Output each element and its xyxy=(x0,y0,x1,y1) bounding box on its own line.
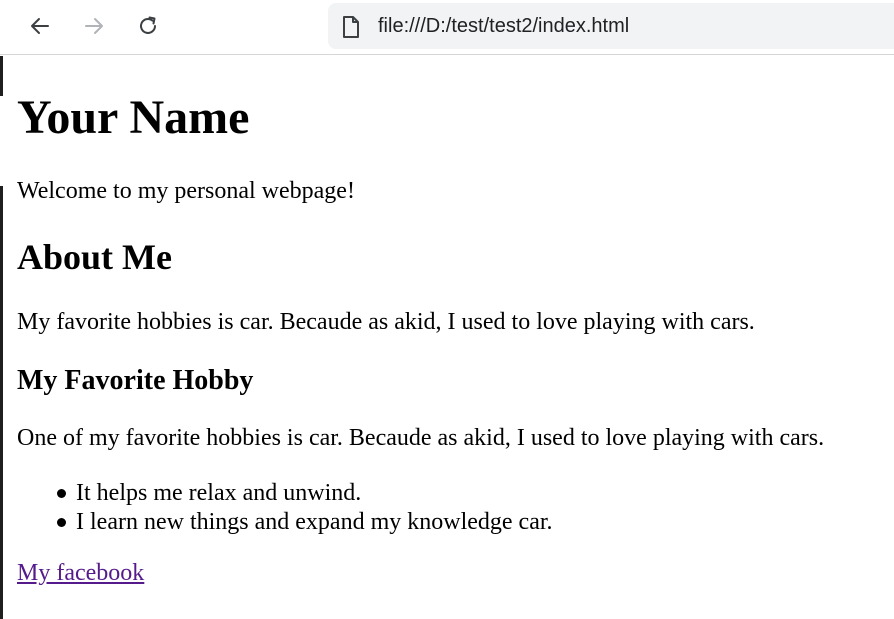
facebook-link[interactable]: My facebook xyxy=(17,561,144,585)
url-text[interactable]: file:///D:/test/test2/index.html xyxy=(378,15,629,38)
back-button[interactable] xyxy=(25,11,55,41)
welcome-text: Welcome to my personal webpage! xyxy=(17,178,355,204)
bullet-icon xyxy=(57,489,66,498)
reload-icon xyxy=(140,16,156,34)
forward-button[interactable] xyxy=(79,11,109,41)
address-bar[interactable]: file:///D:/test/test2/index.html xyxy=(328,3,894,49)
hobby-heading: My Favorite Hobby xyxy=(17,365,254,396)
list-item-text: I learn new things and expand my knowled… xyxy=(76,509,553,535)
hobby-list: It helps me relax and unwind. I learn ne… xyxy=(17,481,553,539)
arrow-right-icon xyxy=(85,18,103,34)
hobby-text: One of my favorite hobbies is car. Becau… xyxy=(17,425,825,451)
list-item: It helps me relax and unwind. xyxy=(17,481,553,510)
file-icon[interactable] xyxy=(342,16,360,43)
bullet-icon xyxy=(57,518,66,527)
arrow-left-icon xyxy=(31,18,49,34)
about-text: My favorite hobbies is car. Becaude as a… xyxy=(17,309,755,335)
about-heading: About Me xyxy=(17,237,172,277)
window-left-edge xyxy=(0,56,3,619)
list-item-text: It helps me relax and unwind. xyxy=(76,480,362,506)
browser-toolbar: file:///D:/test/test2/index.html xyxy=(0,0,894,55)
page-title: Your Name xyxy=(17,91,250,144)
reload-button[interactable] xyxy=(133,11,163,41)
list-item: I learn new things and expand my knowled… xyxy=(17,510,553,539)
